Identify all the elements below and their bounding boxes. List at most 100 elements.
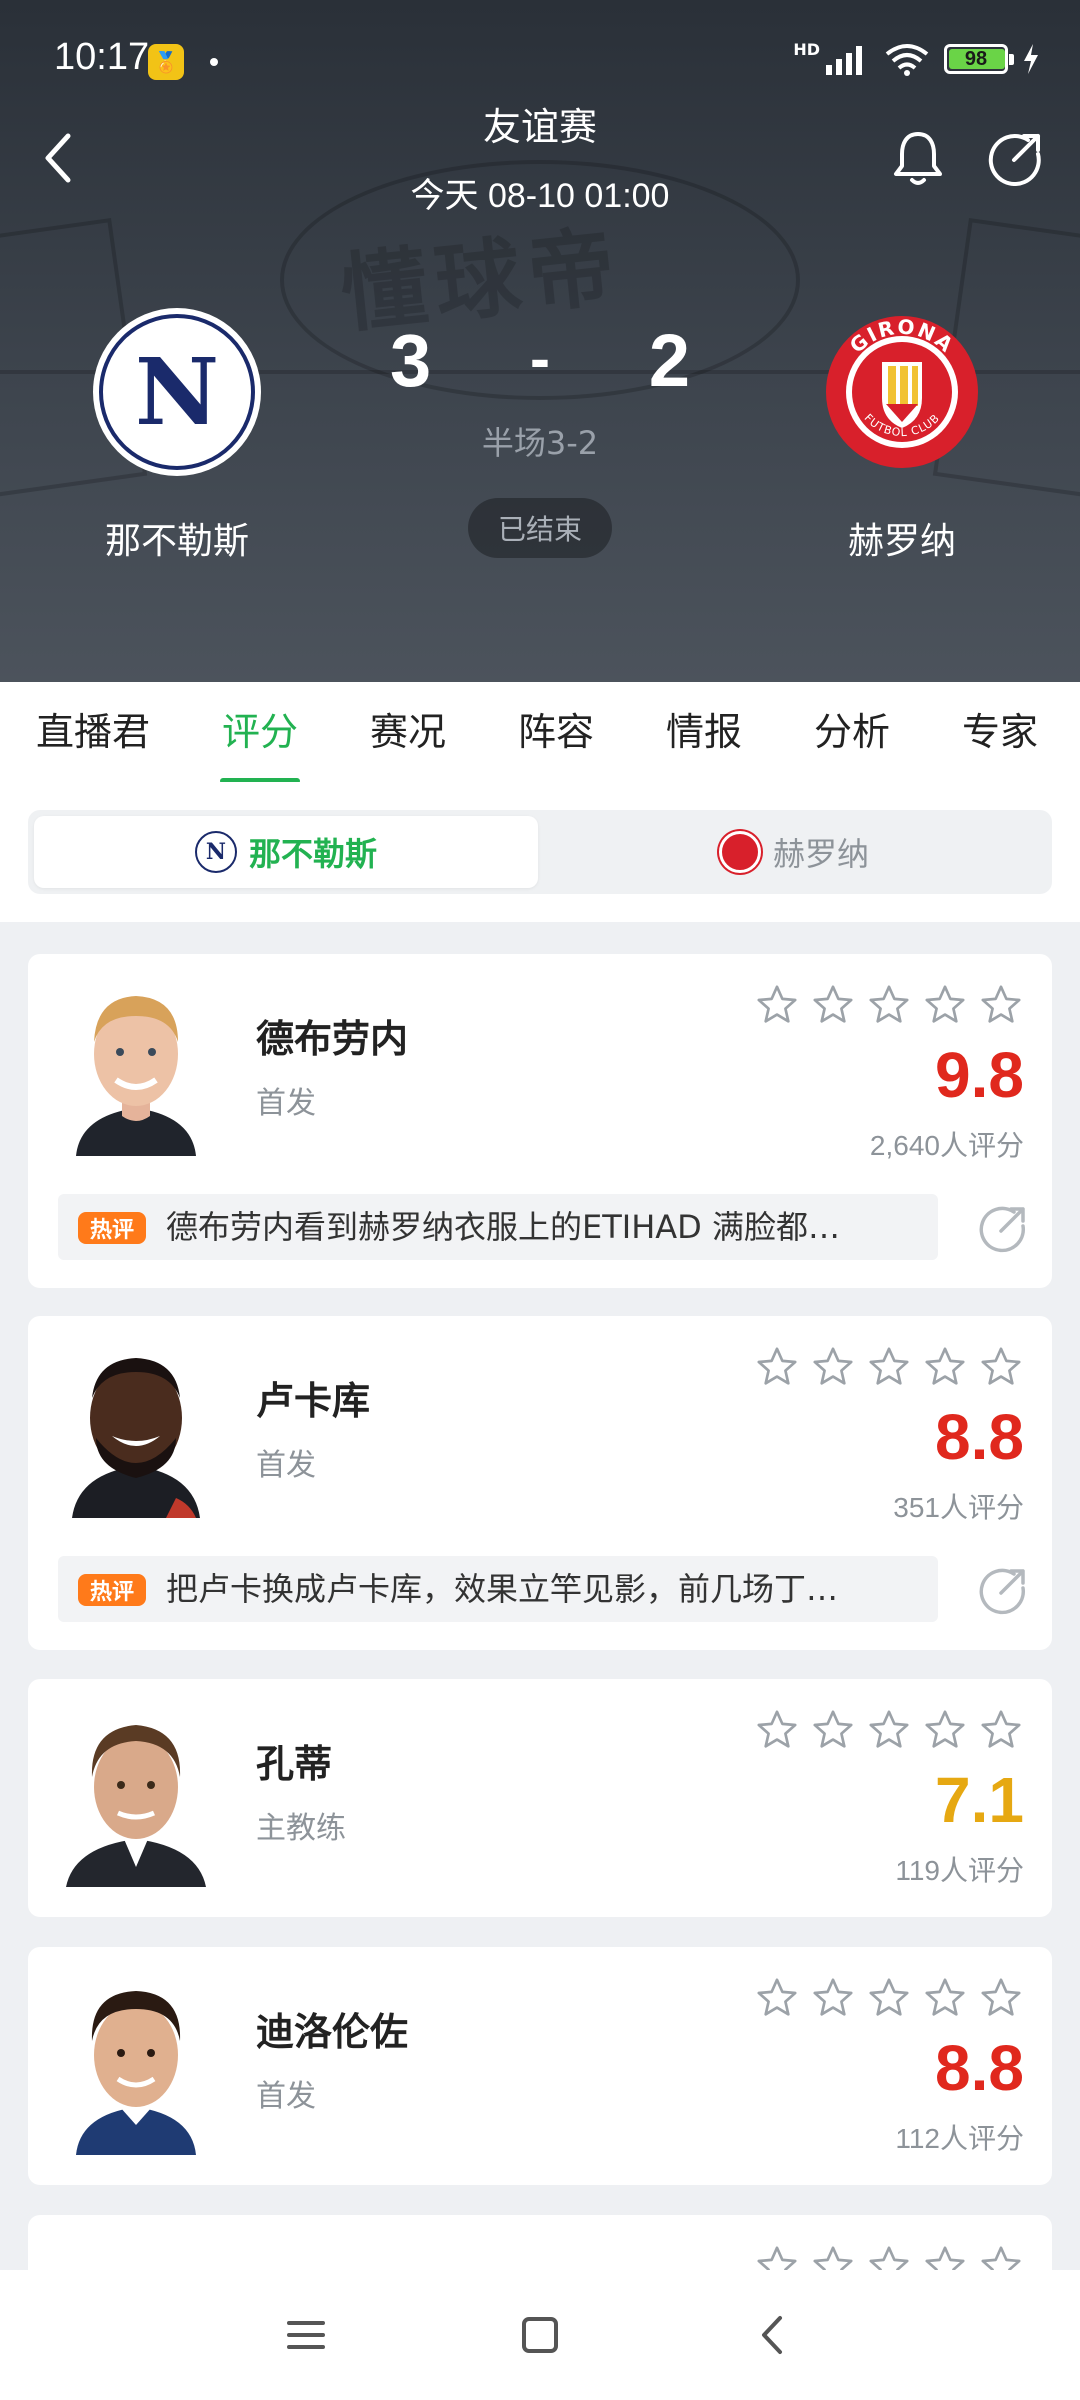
star-rating-input[interactable]: [754, 1344, 1024, 1390]
home-team-name[interactable]: 那不勒斯: [27, 512, 327, 564]
rating-count: 119人评分: [895, 1855, 1024, 1886]
hot-comment[interactable]: 热评 把卢卡换成卢卡库，效果立竿见影，前几场丁…: [58, 1556, 938, 1622]
player-rating: 7.1: [935, 1764, 1024, 1836]
star-outline-icon[interactable]: [810, 1707, 856, 1753]
tab-match-events[interactable]: 赛况: [343, 682, 473, 782]
charging-icon: [1024, 44, 1038, 74]
system-nav-bar: [0, 2270, 1080, 2400]
scoreboard: 3 - 2: [390, 318, 690, 403]
star-outline-icon[interactable]: [922, 1975, 968, 2021]
player-name: 卢卡库: [256, 1379, 371, 1423]
girona-logo-icon: [718, 831, 761, 873]
star-outline-icon[interactable]: [978, 1975, 1024, 2021]
tab-live[interactable]: 直播君: [28, 682, 158, 782]
player-name: 迪洛伦佐: [256, 2010, 409, 2054]
star-outline-icon[interactable]: [866, 982, 912, 1028]
rating-count: 351人评分: [893, 1492, 1024, 1523]
player-name: 孔蒂: [256, 1742, 333, 1786]
toggle-away-team[interactable]: 赫罗纳: [542, 816, 1046, 888]
share-icon[interactable]: [978, 1566, 1028, 1616]
battery-level: 98: [964, 47, 988, 70]
signal-icon: [826, 46, 862, 75]
halftime-score: 半场3-2: [481, 424, 599, 462]
player-rating: 8.8: [935, 2032, 1024, 2104]
tab-analysis[interactable]: 分析: [787, 682, 917, 782]
status-time: 10:17: [54, 36, 150, 78]
away-score: 2: [648, 319, 690, 402]
toggle-home-team[interactable]: N 那不勒斯: [34, 816, 538, 888]
star-rating-input[interactable]: [754, 1975, 1024, 2021]
tab-intel[interactable]: 情报: [639, 682, 769, 782]
tab-experts[interactable]: 专家: [935, 682, 1065, 782]
star-outline-icon[interactable]: [866, 1975, 912, 2021]
home-score: 3: [390, 319, 432, 402]
player-avatar: [72, 1358, 200, 1518]
player-card[interactable]: 孔蒂 主教练 7.1 119人评分: [28, 1679, 1052, 1917]
star-outline-icon[interactable]: [754, 1344, 800, 1390]
star-outline-icon[interactable]: [810, 1975, 856, 2021]
away-team-logo[interactable]: GIRONA FUTBOL CLUB: [824, 314, 980, 470]
star-outline-icon[interactable]: [866, 1344, 912, 1390]
star-outline-icon[interactable]: [866, 1707, 912, 1753]
star-outline-icon[interactable]: [754, 1707, 800, 1753]
player-role: 首发: [256, 1086, 316, 1121]
star-rating-input[interactable]: [754, 982, 1024, 1028]
star-outline-icon[interactable]: [978, 982, 1024, 1028]
star-outline-icon[interactable]: [754, 982, 800, 1028]
player-avatar: [66, 1725, 206, 1887]
app-notification-icon: 🏅: [148, 44, 184, 80]
tab-lineup[interactable]: 阵容: [491, 682, 621, 782]
star-outline-icon[interactable]: [754, 1975, 800, 2021]
back-chevron-icon[interactable]: [38, 130, 78, 186]
star-outline-icon[interactable]: [922, 1707, 968, 1753]
home-team-logo[interactable]: N: [99, 314, 255, 470]
star-outline-icon[interactable]: [810, 1344, 856, 1390]
bell-icon[interactable]: [890, 128, 946, 188]
toggle-home-label: 那不勒斯: [248, 835, 377, 873]
match-status-badge: 已结束: [468, 498, 612, 558]
player-avatar: [76, 996, 196, 1156]
hot-comment-text: 德布劳内看到赫罗纳衣服上的ETIHAD 满脸都…: [166, 1208, 840, 1246]
star-outline-icon[interactable]: [922, 982, 968, 1028]
star-outline-icon[interactable]: [978, 1707, 1024, 1753]
hot-badge: 热评: [78, 1574, 146, 1606]
player-card[interactable]: 卢卡库 首发 8.8 351人评分 热评 把卢卡换成卢卡库，效果立竿见影，前几场…: [28, 1316, 1052, 1650]
player-name: 德布劳内: [256, 1017, 409, 1061]
player-card[interactable]: 迪洛伦佐 首发 8.8 112人评分: [28, 1947, 1052, 2185]
star-rating-input[interactable]: [754, 1707, 1024, 1753]
match-datetime: 今天 08-10 01:00: [410, 177, 670, 215]
back-nav-icon[interactable]: [748, 2310, 798, 2360]
battery-icon: 98: [944, 44, 1014, 74]
hot-comment[interactable]: 热评 德布劳内看到赫罗纳衣服上的ETIHAD 满脸都…: [58, 1194, 938, 1260]
match-header: 懂球帝 10:17 🏅 HD 98 友谊赛 今天 08-10 01:00 N G…: [0, 0, 1080, 682]
star-outline-icon[interactable]: [810, 982, 856, 1028]
player-role: 主教练: [256, 1811, 346, 1846]
share-icon[interactable]: [988, 130, 1044, 186]
home-logo-letter: N: [134, 338, 220, 446]
team-toggle-section: N 那不勒斯 赫罗纳: [0, 782, 1080, 922]
player-avatar: [76, 1991, 196, 2155]
tab-bar: 直播君 评分 赛况 阵容 情报 分析 专家: [0, 682, 1080, 784]
hot-comment-text: 把卢卡换成卢卡库，效果立竿见影，前几场丁…: [166, 1570, 839, 1608]
wifi-icon: [885, 44, 929, 76]
star-outline-icon[interactable]: [922, 1344, 968, 1390]
player-role: 首发: [256, 1448, 316, 1483]
toggle-away-label: 赫罗纳: [772, 835, 869, 873]
menu-icon[interactable]: [281, 2310, 331, 2360]
player-rating: 8.8: [935, 1401, 1024, 1473]
away-team-name[interactable]: 赫罗纳: [752, 512, 1052, 564]
player-card[interactable]: 德布劳内 首发 9.8 2,640人评分 热评 德布劳内看到赫罗纳衣服上的ETI…: [28, 954, 1052, 1288]
home-square-icon[interactable]: [515, 2310, 565, 2360]
rating-count: 112人评分: [895, 2123, 1024, 2154]
share-icon[interactable]: [978, 1204, 1028, 1254]
score-separator: -: [530, 325, 550, 392]
player-role: 首发: [256, 2079, 316, 2114]
notification-dot-icon: [210, 58, 218, 66]
tab-ratings[interactable]: 评分: [195, 682, 325, 782]
hot-badge: 热评: [78, 1212, 146, 1244]
player-rating: 9.8: [935, 1039, 1024, 1111]
star-outline-icon[interactable]: [978, 1344, 1024, 1390]
hd-label: HD: [793, 40, 820, 59]
rating-count: 2,640人评分: [869, 1130, 1024, 1161]
team-toggle: N 那不勒斯 赫罗纳: [28, 810, 1052, 894]
